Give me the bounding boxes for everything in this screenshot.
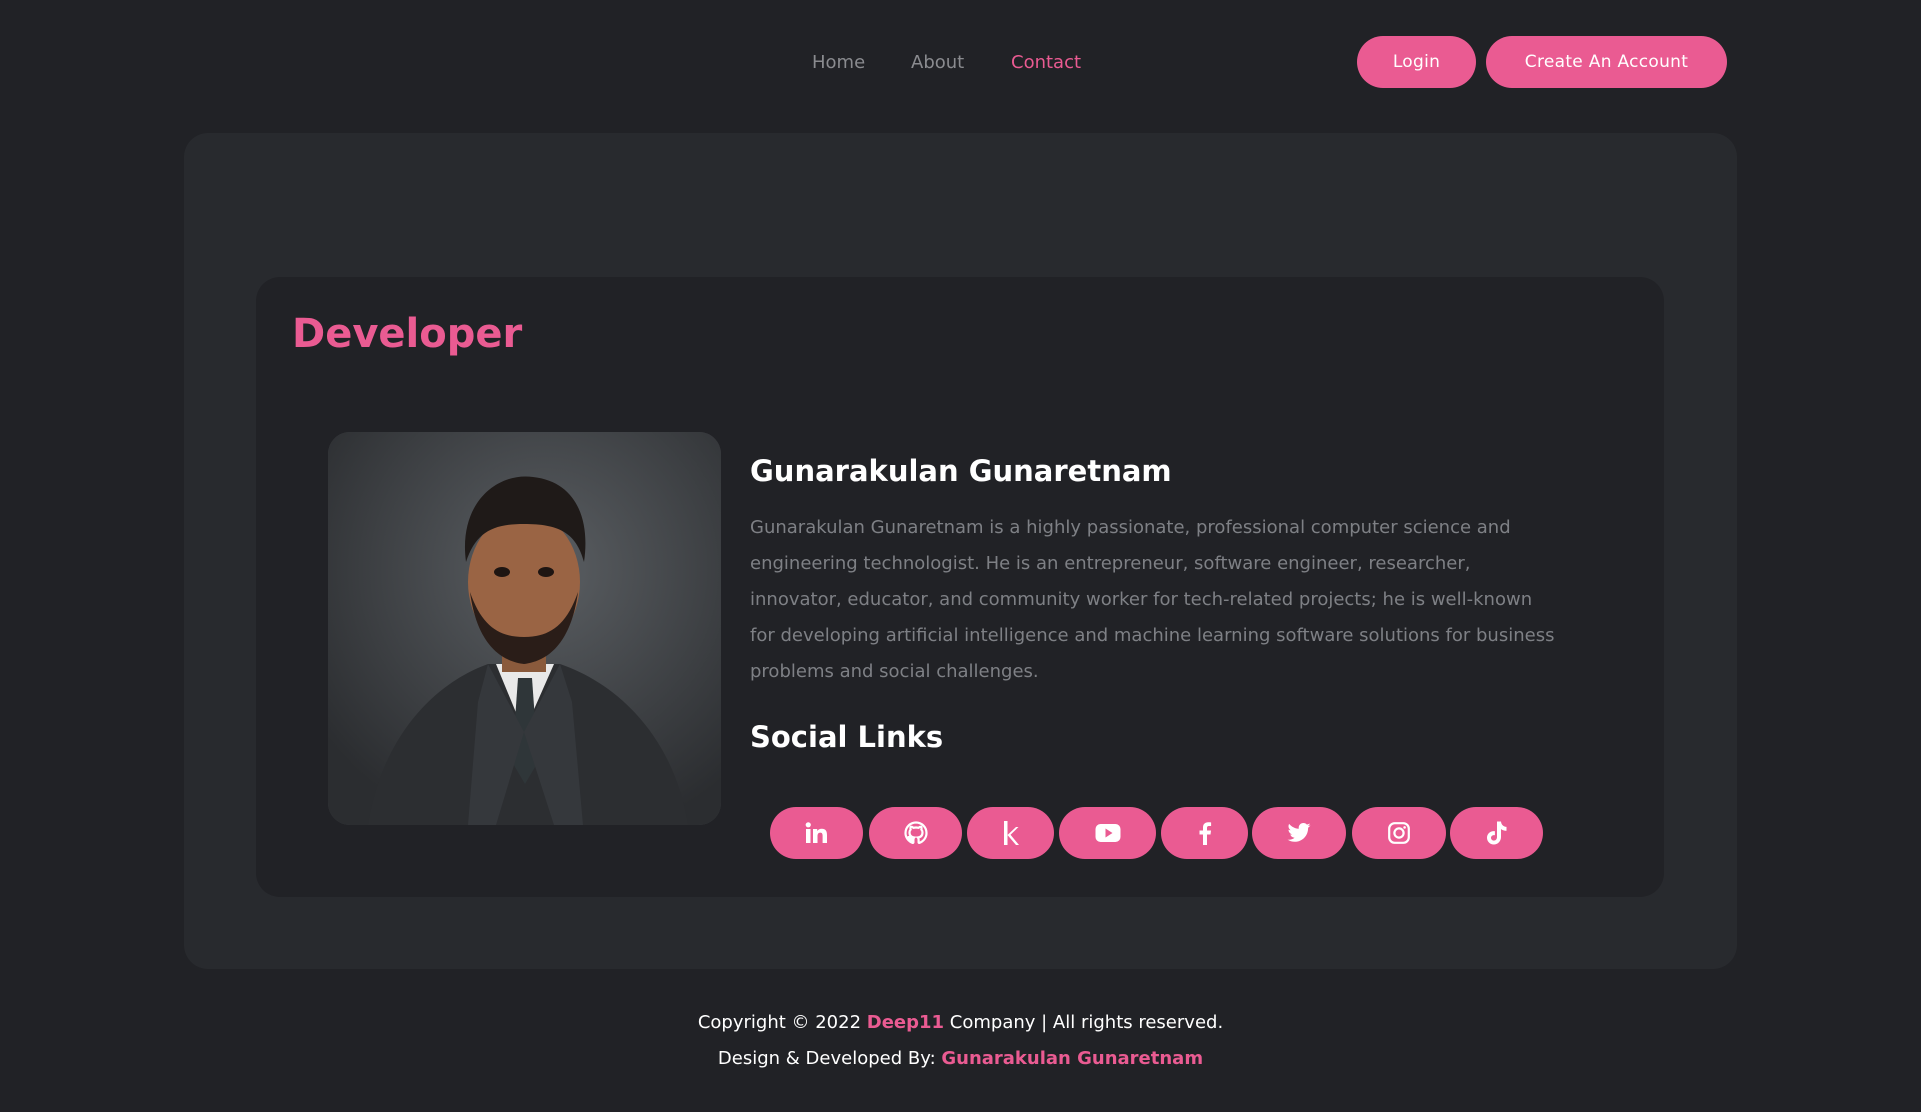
instagram-icon — [1388, 822, 1410, 844]
footer-copyright: Copyright © 2022 Deep11 Company | All ri… — [0, 1012, 1921, 1033]
linkedin-icon — [805, 822, 827, 843]
facebook-link[interactable] — [1161, 807, 1248, 859]
social-links-title: Social Links — [750, 720, 944, 754]
credit-name[interactable]: Gunarakulan Gunaretnam — [941, 1048, 1203, 1069]
github-icon — [903, 821, 928, 845]
footer-credit: Design & Developed By: Gunarakulan Gunar… — [0, 1048, 1921, 1069]
nav-home-link[interactable]: Home — [812, 52, 865, 73]
tiktok-icon — [1486, 821, 1506, 845]
nav-contact-link[interactable]: Contact — [1011, 52, 1081, 73]
github-link[interactable] — [869, 807, 962, 859]
developer-photo — [328, 432, 721, 825]
developer-bio: Gunarakulan Gunaretnam is a highly passi… — [750, 517, 1555, 682]
instagram-link[interactable] — [1352, 807, 1446, 859]
kaggle-icon — [1003, 821, 1019, 845]
youtube-link[interactable] — [1059, 807, 1156, 859]
portrait-image — [328, 432, 721, 825]
copyright-suffix: Company | All rights reserved. — [944, 1012, 1224, 1033]
section-title: Developer — [292, 311, 523, 357]
nav-about-link[interactable]: About — [911, 52, 964, 73]
developer-name: Gunarakulan Gunaretnam — [750, 454, 1172, 488]
kaggle-link[interactable] — [967, 807, 1054, 859]
youtube-icon — [1095, 824, 1120, 842]
login-button[interactable]: Login — [1357, 36, 1476, 88]
tiktok-link[interactable] — [1450, 807, 1543, 859]
facebook-icon — [1199, 822, 1211, 845]
twitter-link[interactable] — [1252, 807, 1346, 859]
company-name[interactable]: Deep11 — [867, 1012, 944, 1033]
create-account-button[interactable]: Create An Account — [1486, 36, 1727, 88]
linkedin-link[interactable] — [770, 807, 863, 859]
twitter-icon — [1287, 823, 1311, 842]
copyright-prefix: Copyright © 2022 — [697, 1012, 867, 1033]
credit-prefix: Design & Developed By: — [717, 1048, 942, 1069]
